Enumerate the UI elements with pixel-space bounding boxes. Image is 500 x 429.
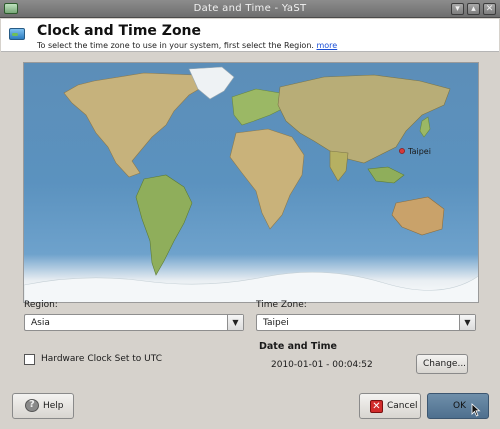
landmass-india — [329, 150, 349, 182]
page-description: To select the time zone to use in your s… — [37, 41, 337, 50]
hardware-clock-checkbox[interactable] — [24, 354, 35, 365]
window-titlebar[interactable]: Date and Time - YaST ▾ ▴ ✕ — [0, 0, 500, 18]
window-title: Date and Time - YaST — [193, 3, 307, 14]
window-controls: ▾ ▴ ✕ — [451, 3, 496, 15]
landmass-north-america — [63, 72, 207, 178]
more-link[interactable]: more — [316, 41, 337, 50]
main-panel: Taipei Region: Asia ▼ Time Zone: Taipei … — [1, 53, 499, 429]
region-value: Asia — [31, 318, 50, 328]
maximize-icon[interactable]: ▴ — [467, 3, 480, 15]
landmass-japan — [419, 116, 431, 138]
landmass-antarctica — [24, 271, 478, 302]
help-button-label: Help — [43, 401, 64, 411]
change-button-label: Change... — [423, 359, 467, 369]
date-time-value: 2010-01-01 - 00:04:52 — [271, 360, 373, 370]
landmass-south-america — [135, 174, 193, 276]
taipei-map-label: Taipei — [407, 147, 431, 156]
region-label: Region: — [24, 300, 58, 310]
timezone-label: Time Zone: — [256, 300, 307, 310]
page-title: Clock and Time Zone — [37, 23, 202, 39]
clock-timezone-icon — [9, 28, 25, 40]
timezone-select[interactable]: Taipei ▼ — [256, 314, 476, 331]
landmass-southeast-asia — [367, 166, 405, 184]
close-icon[interactable]: ✕ — [483, 3, 496, 15]
landmass-greenland — [188, 66, 235, 100]
description-text: To select the time zone to use in your s… — [37, 41, 314, 50]
landmass-europe — [231, 88, 287, 126]
landmass-australia — [391, 196, 445, 236]
page-header: Clock and Time Zone To select the time z… — [1, 19, 499, 52]
minimize-icon[interactable]: ▾ — [451, 3, 464, 15]
cancel-button[interactable]: ✕ Cancel — [359, 393, 421, 419]
chevron-down-icon[interactable]: ▼ — [227, 315, 243, 330]
region-select[interactable]: Asia ▼ — [24, 314, 244, 331]
hardware-clock-label[interactable]: Hardware Clock Set to UTC — [41, 354, 162, 364]
chevron-down-icon[interactable]: ▼ — [459, 315, 475, 330]
help-icon — [25, 399, 39, 412]
landmass-africa — [229, 128, 305, 230]
world-map[interactable]: Taipei — [23, 62, 479, 303]
mouse-cursor-icon — [471, 403, 481, 417]
change-button[interactable]: Change... — [416, 354, 468, 374]
ok-button-label: OK — [453, 401, 466, 411]
cancel-button-label: Cancel — [387, 401, 418, 411]
help-button[interactable]: Help — [12, 393, 74, 419]
world-map-graphic: Taipei — [24, 66, 478, 302]
taipei-marker — [399, 148, 405, 154]
timezone-value: Taipei — [263, 318, 289, 328]
cancel-icon: ✕ — [370, 400, 383, 413]
date-time-heading: Date and Time — [259, 341, 337, 352]
